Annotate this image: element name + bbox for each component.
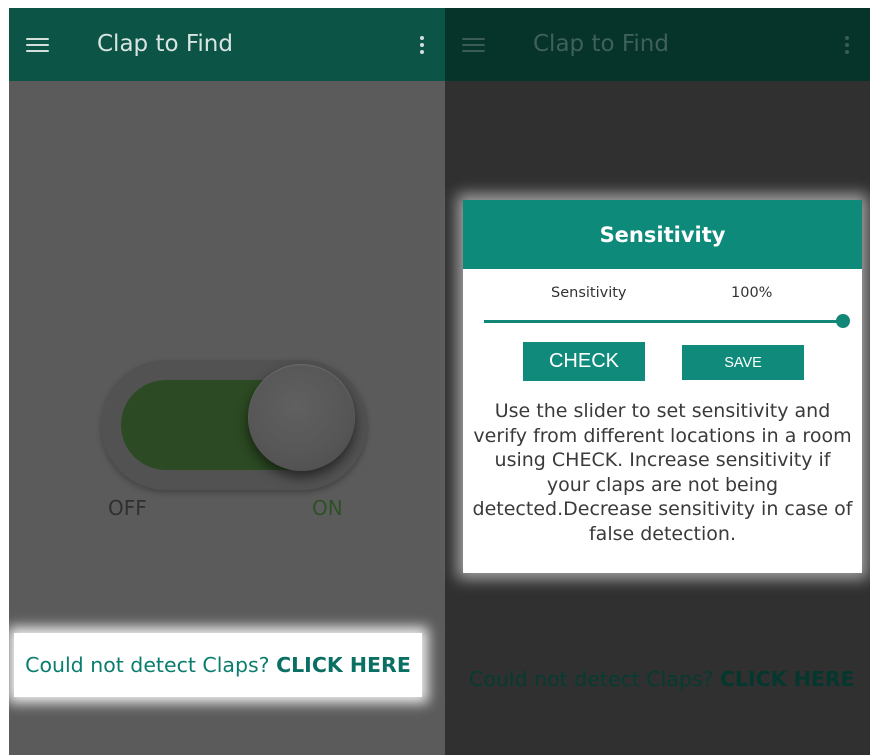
sensitivity-label: Sensitivity xyxy=(551,285,627,301)
more-vert-icon[interactable] xyxy=(420,36,425,56)
app-title-dimmed: Clap to Find xyxy=(533,31,669,57)
toggle-knob[interactable] xyxy=(248,364,355,471)
slider-thumb[interactable] xyxy=(836,314,850,328)
click-here-link[interactable]: CLICK HERE xyxy=(276,653,411,677)
help-link-dimmed: Could not detect Claps? CLICK HERE xyxy=(469,667,855,691)
sensitivity-value: 100% xyxy=(731,285,773,301)
check-button[interactable]: CHECK xyxy=(523,342,645,381)
sensitivity-dialog: Sensitivity Sensitivity 100% CHECK SAVE … xyxy=(463,200,862,573)
more-vert-icon xyxy=(845,36,850,56)
toggle-on-label: ON xyxy=(312,496,343,520)
dialog-title: Sensitivity xyxy=(599,222,726,247)
dialog-header: Sensitivity xyxy=(463,200,862,269)
hamburger-menu-icon xyxy=(462,38,485,53)
help-link-highlight[interactable]: Could not detect Claps? CLICK HERE xyxy=(14,633,422,697)
help-link-prefix-dimmed: Could not detect Claps? xyxy=(469,667,720,691)
toggle-off-label: OFF xyxy=(108,496,147,520)
help-link[interactable]: Could not detect Claps? CLICK HERE xyxy=(25,653,411,677)
save-button[interactable]: SAVE xyxy=(682,345,804,380)
click-here-link-dimmed: CLICK HERE xyxy=(719,667,855,691)
app-bar: Clap to Find xyxy=(9,8,445,81)
help-link-prefix: Could not detect Claps? xyxy=(25,653,277,677)
app-title: Clap to Find xyxy=(97,31,233,57)
app-bar-dimmed: Clap to Find xyxy=(445,8,870,81)
sensitivity-slider[interactable] xyxy=(484,320,841,323)
hamburger-menu-icon[interactable] xyxy=(26,38,49,53)
dialog-description: Use the slider to set sensitivity and ve… xyxy=(472,400,853,545)
